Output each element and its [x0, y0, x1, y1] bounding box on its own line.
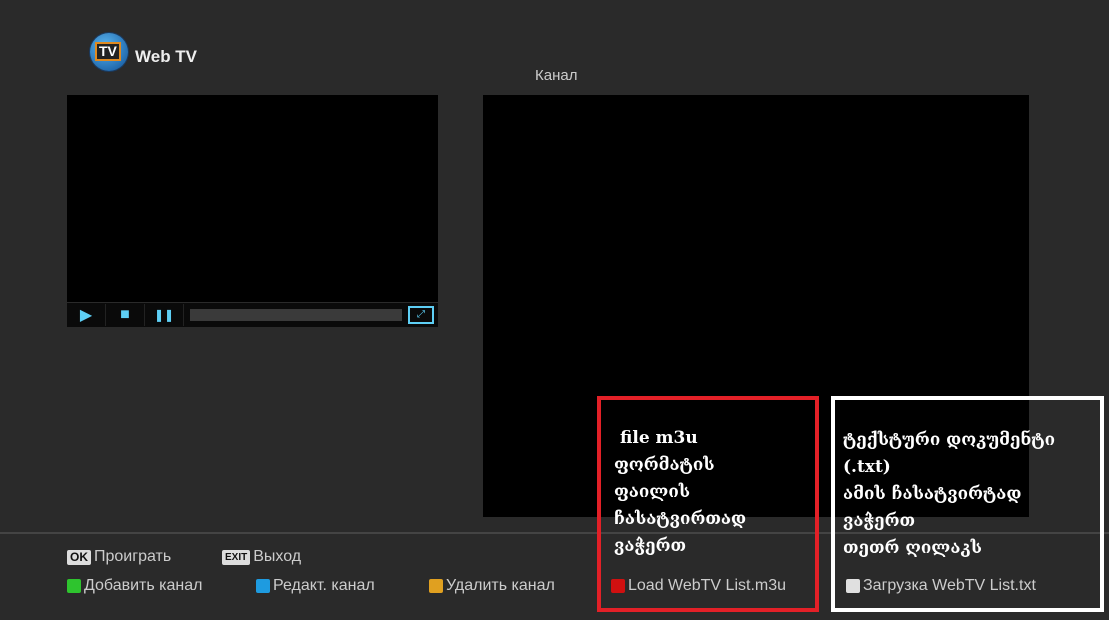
annotation-line: ფაილის [614, 482, 691, 502]
edit-channel-button[interactable]: Редакт. канал [256, 577, 375, 595]
app-title: Web TV [135, 47, 198, 66]
green-key-icon [67, 579, 81, 593]
annotation-line: ვაჭერთ [614, 536, 687, 556]
ok-label: Проиграть [94, 548, 172, 565]
annotation-line: ამის ჩასატვირტად [843, 484, 1022, 504]
fullscreen-icon: ⤢ [417, 309, 425, 320]
annotation-line: თეთრ ღილაკს [843, 538, 982, 558]
pause-button[interactable]: ❚❚ [145, 304, 184, 326]
annotation-line: ჩასატვირთად [614, 509, 747, 529]
yellow-key-icon [429, 579, 443, 593]
ok-key-icon: OK [67, 549, 91, 565]
delete-channel-label: Удалить канал [446, 577, 555, 594]
add-channel-label: Добавить канал [84, 577, 203, 594]
white-annotation-text: ტექსტური დოკუმენტი (.txt) ამის ჩასატვირტ… [843, 427, 1055, 562]
hint-ok[interactable]: OK Проиграть [67, 548, 171, 566]
blue-key-icon [256, 579, 270, 593]
player-controls: ▶ ■ ❚❚ ⤢ [67, 303, 438, 327]
pause-icon: ❚❚ [153, 308, 175, 322]
annotation-line: ტექსტური დოკუმენტი [843, 430, 1056, 450]
play-icon: ▶ [79, 307, 93, 324]
stop-icon: ■ [120, 306, 130, 323]
exit-label: Выход [253, 548, 302, 565]
red-annotation-text: file m3u ფორმატის ფაილის ჩასატვირთად ვაჭ… [614, 425, 746, 560]
webtv-logo: TV [90, 33, 128, 71]
annotation-line: (.txt) [843, 457, 891, 477]
play-button[interactable]: ▶ [67, 304, 106, 326]
annotation-line: ფორმატის [614, 455, 715, 475]
progress-bar[interactable] [190, 309, 402, 321]
delete-channel-button[interactable]: Удалить канал [429, 577, 555, 595]
edit-channel-label: Редакт. канал [273, 577, 375, 594]
exit-key-icon: EXIT [222, 549, 251, 565]
hint-exit[interactable]: EXIT Выход [222, 548, 301, 566]
channel-label: Канал [535, 67, 578, 84]
add-channel-button[interactable]: Добавить канал [67, 577, 202, 595]
annotation-line: file m3u [620, 428, 698, 448]
annotation-line: ვაჭერთ [843, 511, 916, 531]
video-player[interactable] [67, 95, 438, 302]
stop-button[interactable]: ■ [106, 304, 145, 326]
fullscreen-button[interactable]: ⤢ [408, 306, 434, 324]
